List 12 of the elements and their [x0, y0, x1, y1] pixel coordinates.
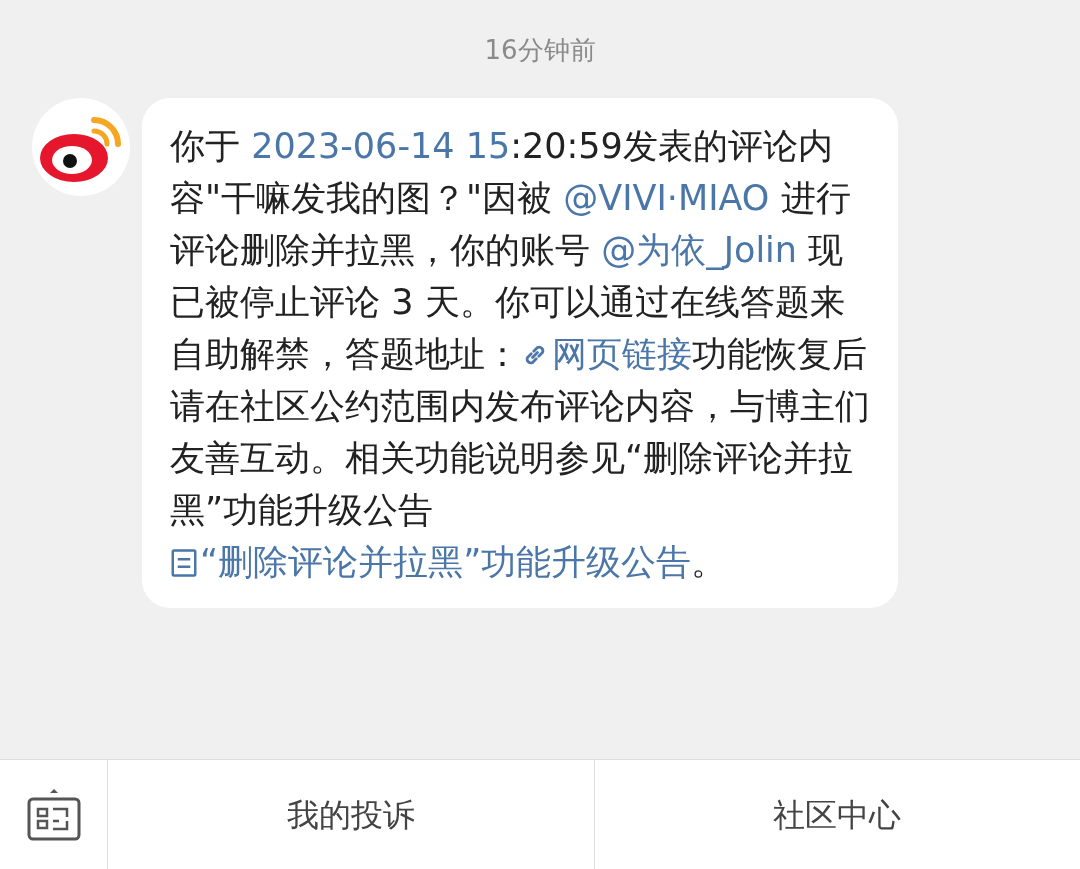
avatar[interactable]	[32, 98, 130, 196]
mention-link[interactable]: 2023-06-14 15	[251, 126, 511, 166]
document-icon	[170, 548, 198, 578]
web-link[interactable]: 网页链接	[520, 334, 692, 374]
mention-link[interactable]: @VIVI·MIAO	[563, 178, 770, 218]
timestamp: 16分钟前	[484, 34, 596, 67]
web-link[interactable]: “删除评论并拉黑”功能升级公告	[170, 542, 692, 582]
menu-button[interactable]: 社区中心	[593, 760, 1080, 869]
keyboard-icon	[25, 786, 82, 843]
mention-link[interactable]: @为依_Jolin	[601, 230, 797, 270]
menu-button[interactable]: 我的投诉	[108, 760, 594, 869]
message-text: 你于 2023-06-14 15:20:59发表的评论内容"干嘛发我的图？"因被 @VIVI·MIAO 进行评论删除并拉黑，你的账号 @为依_Jolin 现已被停止评论 3 天。你可以通过在线答题来自助解禁，答题地址： 网页链接功能恢复后请在社区公约范围内发布评论内容，与博主们友善互动。相关功能说明参见“删除评论并拉黑”功能升级公告 “删除评论并拉黑”功能升级公告。	[170, 125, 870, 584]
